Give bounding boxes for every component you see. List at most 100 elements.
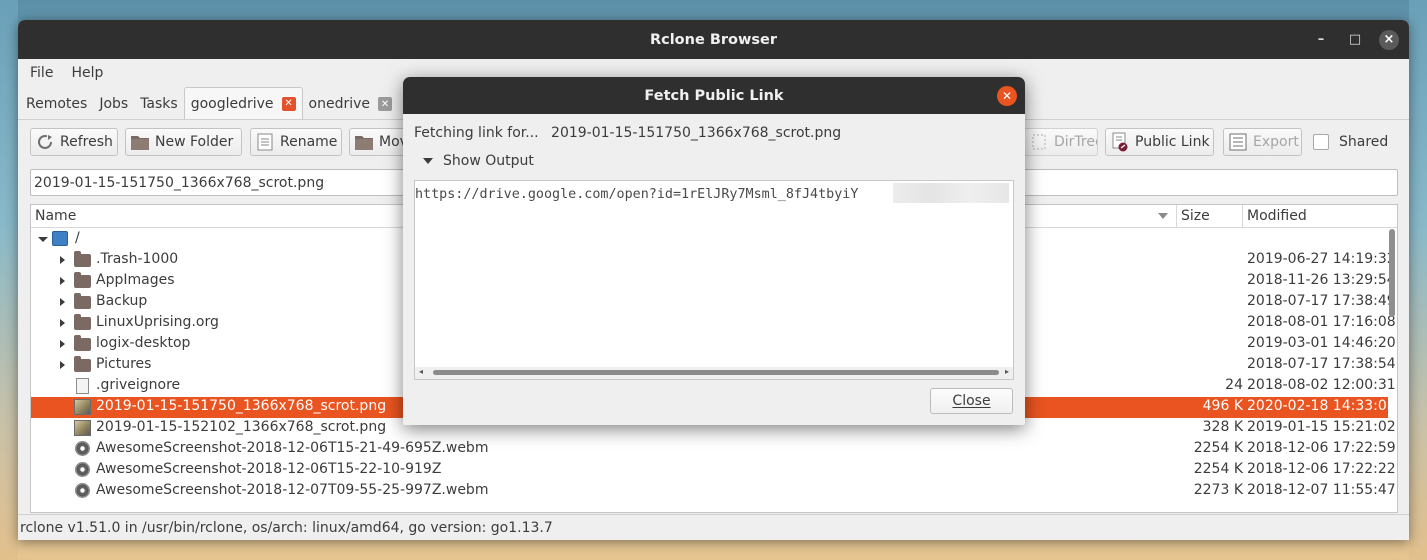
vertical-scrollbar[interactable] [1389,229,1395,317]
file-name: 2019-01-15-152102_1366x768_scrot.png [96,419,387,435]
rename-label: Rename [280,134,338,150]
column-divider[interactable] [1242,205,1243,228]
new-folder-button[interactable]: New Folder [125,128,242,156]
path-value: 2019-01-15-151750_1366x768_scrot.png [34,174,325,191]
scroll-right-icon[interactable]: ▸ [1005,367,1009,376]
folder-icon [74,335,91,351]
collapse-arrow-icon[interactable] [38,237,48,242]
file-modified: 2018-12-07 11:55:47 [1247,482,1396,498]
tab-close-icon[interactable]: ✕ [281,96,296,111]
file-name: .Trash-1000 [96,251,179,267]
tab-close-icon[interactable]: ✕ [378,97,393,111]
tab-tasks[interactable]: Tasks [134,89,184,119]
dirtree-label: DirTree [1054,134,1097,150]
file-modified: 2018-07-17 17:38:54 [1247,356,1396,372]
expand-arrow-icon[interactable] [60,361,65,369]
table-row[interactable]: AwesomeScreenshot-2018-12-07T09-55-25-99… [31,481,1396,502]
shared-checkbox[interactable]: Shared [1313,128,1388,156]
file-size: 24 [1225,377,1243,393]
video-file-icon [75,483,90,498]
file-name: AwesomeScreenshot-2018-12-06T15-22-10-91… [96,461,442,477]
table-row[interactable]: AwesomeScreenshot-2018-12-06T15-21-49-69… [31,439,1396,460]
file-name: AwesomeScreenshot-2018-12-07T09-55-25-99… [96,482,489,498]
fetching-filename: 2019-01-15-151750_1366x768_scrot.png [551,125,842,141]
expand-arrow-icon[interactable] [60,319,65,327]
tab-label: Jobs [99,96,129,112]
file-modified: 2018-07-17 17:38:49 [1247,293,1396,309]
column-header-name[interactable]: Name [35,208,76,224]
tab-label: googledrive [190,95,274,112]
menu-file[interactable]: File [30,65,53,81]
file-name: Pictures [96,356,152,372]
table-row[interactable]: AwesomeScreenshot-2018-12-06T15-22-10-91… [31,460,1396,481]
image-file-icon [74,399,91,415]
desktop-background-right [1409,0,1427,560]
refresh-label: Refresh [60,134,113,150]
dirtree-button[interactable]: DirTree [1024,128,1098,156]
expand-arrow-icon[interactable] [60,298,65,306]
scroll-left-icon[interactable]: ◂ [419,367,423,376]
shared-label: Shared [1339,134,1389,150]
file-name: AwesomeScreenshot-2018-12-06T15-21-49-69… [96,440,489,456]
close-icon[interactable]: × [1379,29,1399,50]
file-modified: 2018-12-06 17:22:22 [1247,461,1396,477]
close-button[interactable]: Close [930,388,1013,414]
folder-icon [74,251,91,267]
file-modified: 2019-06-27 14:19:32 [1247,251,1396,267]
file-icon [76,378,89,394]
window-titlebar[interactable]: Rclone Browser – □ × [18,20,1409,59]
dialog-close-icon[interactable]: ✕ [997,86,1017,106]
expand-arrow-icon[interactable] [60,256,65,264]
minimize-icon[interactable]: – [1311,30,1331,50]
checkbox-icon[interactable] [1313,134,1329,150]
column-divider[interactable] [1176,205,1177,228]
file-name: .griveignore [96,377,181,393]
output-textarea[interactable]: https://drive.google.com/open?id=1rElJRy… [414,180,1014,380]
tab-googledrive[interactable]: googledrive ✕ [183,87,303,119]
folder-icon [74,272,91,288]
public-link-button[interactable]: Public Link [1105,128,1214,156]
column-header-size[interactable]: Size [1181,208,1210,224]
file-modified: 2020-02-18 14:33:01 [1247,398,1396,414]
output-url: https://drive.google.com/open?id=1rElJRy… [415,187,859,202]
dialog-titlebar[interactable]: Fetch Public Link ✕ [403,77,1025,114]
show-output-toggle[interactable]: Show Output [423,153,534,169]
menu-help[interactable]: Help [71,65,103,81]
folder-icon [354,132,374,152]
tab-label: Tasks [140,96,178,112]
file-modified: 2019-01-15 15:21:02 [1247,419,1396,435]
move-button[interactable]: Move [349,128,409,156]
file-modified: 2018-12-06 17:22:59 [1247,440,1396,456]
fetching-label: Fetching link for... [414,125,539,141]
file-modified: 2019-03-01 14:46:20 [1247,335,1396,351]
tab-remotes[interactable]: Remotes [20,89,93,119]
tab-jobs[interactable]: Jobs [93,89,134,119]
expand-arrow-icon[interactable] [60,277,65,285]
redacted-region [893,183,1009,203]
file-name: 2019-01-15-151750_1366x768_scrot.png [96,398,387,414]
maximize-icon[interactable]: □ [1345,30,1365,50]
file-size: 2254 K [1193,461,1243,477]
folder-icon [74,314,91,330]
rename-button[interactable]: Rename [250,128,342,156]
expand-arrow-icon [423,158,433,164]
horizontal-scrollbar[interactable] [433,370,999,375]
refresh-icon [35,132,55,152]
column-header-modified[interactable]: Modified [1247,208,1307,224]
refresh-button[interactable]: Refresh [30,128,118,156]
expand-arrow-icon[interactable] [60,340,65,348]
dirtree-icon [1029,132,1049,152]
folder-icon [74,356,91,372]
file-name: AppImages [96,272,175,288]
file-name: Backup [96,293,148,309]
file-modified: 2018-08-02 12:00:31 [1247,377,1396,393]
tab-onedrive[interactable]: onedrive ✕ [303,89,398,119]
new-folder-label: New Folder [155,134,234,150]
file-size: 2273 K [1193,482,1243,498]
export-button[interactable]: Export [1223,128,1302,156]
file-name: logix-desktop [96,335,191,351]
file-name: LinuxUprising.org [96,314,219,330]
root-label: / [75,230,80,246]
fetching-line: Fetching link for... 2019-01-15-151750_1… [414,125,841,141]
folder-icon [130,132,150,152]
